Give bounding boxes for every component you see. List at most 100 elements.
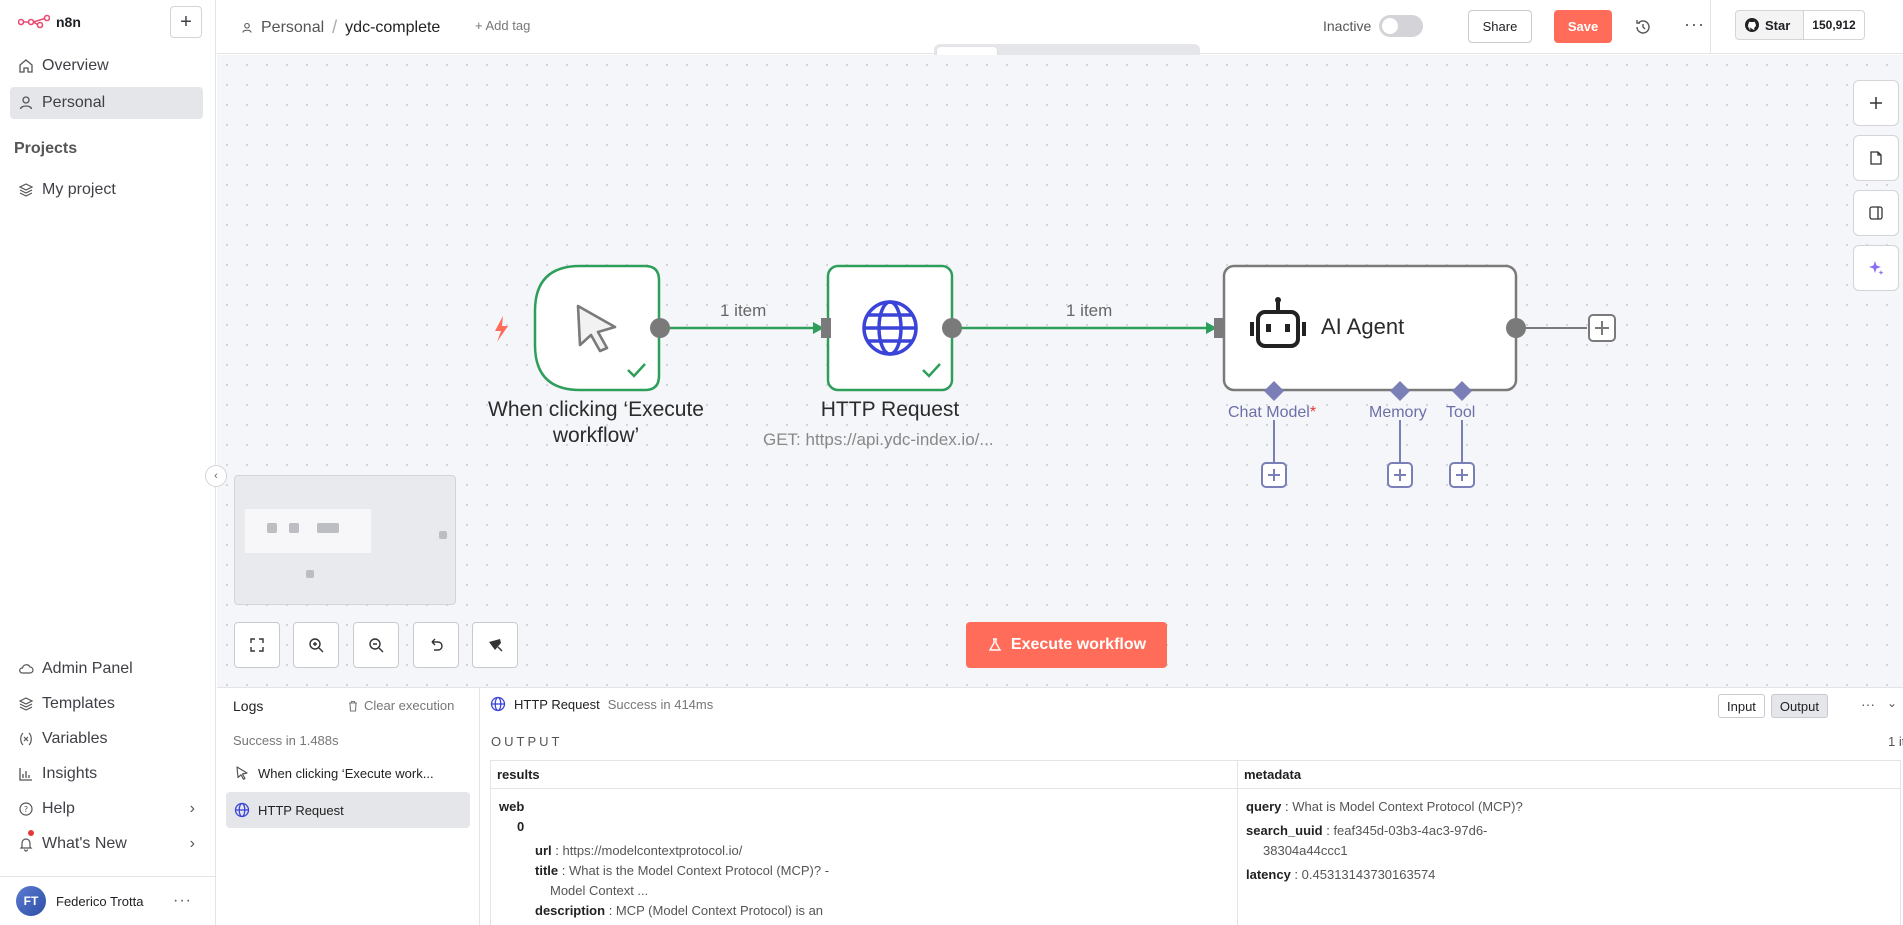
sidebar-item-overview[interactable]: Overview (10, 50, 203, 82)
node-manual-trigger[interactable] (533, 264, 661, 392)
json-value: feaf345d-03b3-4ac3-97d6- (1333, 823, 1488, 838)
results-title-cont: Model Context ... (550, 881, 648, 901)
minimap-node (267, 523, 277, 533)
sidebar-item-my-project[interactable]: My project (10, 174, 203, 206)
help-icon: ? (19, 802, 33, 816)
json-value: https://modelcontextprotocol.io/ (562, 843, 743, 858)
sidebar-item-whats-new[interactable]: What's New › (10, 829, 203, 859)
github-icon (1745, 18, 1759, 32)
add-sticky-button[interactable] (1853, 135, 1899, 181)
execute-workflow-label: Execute workflow (1010, 636, 1147, 653)
user-icon (19, 96, 33, 110)
sidebar-item-label: Overview (42, 57, 109, 74)
sidebar-item-label: Admin Panel (42, 660, 133, 677)
input-port[interactable] (821, 318, 831, 338)
fullscreen-icon (250, 638, 264, 652)
metadata-query: query : What is Model Context Protocol (… (1246, 799, 1523, 814)
templates-icon (18, 697, 34, 711)
node-http-request[interactable] (826, 264, 954, 392)
output-port[interactable] (942, 318, 962, 338)
sparkle-icon (1869, 261, 1884, 275)
sidebar: n8n + Overview Personal Projects My proj… (0, 0, 216, 925)
tidy-up-button[interactable] (472, 622, 518, 668)
sidebar-item-variables[interactable]: Variables (10, 724, 203, 754)
toggle-panel-button[interactable] (1853, 190, 1899, 236)
log-item-label: When clicking ‘Execute work... (258, 765, 434, 781)
sidebar-item-label: Personal (42, 94, 106, 111)
execution-status: Success in 1.488s (233, 733, 339, 748)
collapse-sidebar-button[interactable]: ‹ (205, 465, 227, 487)
chevron-down-icon[interactable]: ⌄ (1887, 696, 1897, 710)
clear-execution-label: Clear execution (364, 698, 455, 713)
globe-icon (490, 696, 506, 712)
active-toggle[interactable] (1379, 15, 1423, 37)
add-tag-button[interactable]: + Add tag (475, 18, 530, 33)
output-pane: HTTP Request Success in 414ms Input Outp… (480, 688, 1903, 925)
sidebar-item-help[interactable]: ? Help › (10, 794, 203, 824)
brand-name: n8n (56, 14, 81, 30)
input-button[interactable]: Input (1718, 694, 1765, 718)
github-stars: Star 150,912 (1710, 0, 1903, 54)
log-item-trigger[interactable]: When clicking ‘Execute work... (226, 755, 470, 791)
github-star-label: Star (1765, 17, 1791, 33)
execute-workflow-button[interactable]: Execute workflow (966, 622, 1167, 668)
json-value: MCP (Model Context Protocol) is an (615, 903, 824, 918)
minimap-node (306, 570, 314, 578)
results-title: title : What is the Model Context Protoc… (535, 863, 830, 878)
sidebar-item-insights[interactable]: Insights (10, 759, 203, 789)
github-star-count[interactable]: 150,912 (1803, 10, 1865, 40)
output-status: Success in 414ms (607, 696, 714, 712)
json-key: url (535, 843, 552, 858)
sidebar-item-personal[interactable]: Personal (10, 87, 203, 119)
workflow-canvas[interactable] (217, 55, 1903, 687)
json-key: latency (1246, 867, 1291, 882)
json-value: What is Model Context Protocol (MCP)? (1292, 799, 1523, 814)
output-port[interactable] (650, 318, 670, 338)
output-button[interactable]: Output (1770, 694, 1828, 718)
user-icon (242, 22, 252, 33)
cloud-icon (19, 664, 34, 674)
ai-assistant-button[interactable] (1853, 245, 1899, 291)
undo-button[interactable] (413, 622, 459, 668)
more-options-icon[interactable]: ··· (1684, 14, 1705, 35)
workflow-name[interactable]: ydc-complete (345, 19, 440, 37)
metadata-search-uuid: search_uuid : feaf345d-03b3-4ac3-97d6- (1246, 823, 1488, 838)
minimap-node (439, 531, 447, 539)
zoom-in-button[interactable] (293, 622, 339, 668)
port-label-text: Chat Model (1228, 404, 1310, 421)
log-item-http[interactable]: HTTP Request (226, 792, 470, 828)
sidebar-item-admin-panel[interactable]: Admin Panel (10, 654, 203, 684)
input-port[interactable] (1214, 318, 1224, 338)
node-label-line: workflow’ (552, 424, 640, 447)
more-options-icon[interactable]: ··· (1861, 696, 1875, 712)
output-port[interactable] (1506, 318, 1526, 338)
minimap[interactable] (234, 475, 456, 605)
node-label-line: When clicking ‘Execute (488, 398, 704, 421)
sidebar-item-label: What's New (42, 835, 127, 852)
fit-view-button[interactable] (234, 622, 280, 668)
add-node-button[interactable] (1853, 80, 1899, 126)
breadcrumb-project[interactable]: Personal (261, 19, 324, 37)
minimap-viewport[interactable] (245, 509, 371, 553)
results-url: url : https://modelcontextprotocol.io/ (535, 843, 743, 858)
input-output-toggle: Input Output (1718, 694, 1828, 718)
user-menu[interactable]: FT Federico Trotta ··· (0, 876, 216, 925)
share-button[interactable]: Share (1468, 10, 1532, 43)
save-button[interactable]: Save (1554, 10, 1612, 43)
more-options-icon[interactable]: ··· (173, 892, 192, 910)
sidebar-item-templates[interactable]: Templates (10, 689, 203, 719)
history-icon[interactable] (1633, 17, 1653, 37)
github-star-button[interactable]: Star (1735, 10, 1804, 40)
results-description: description : MCP (Model Context Protoco… (535, 903, 824, 918)
json-key: description (535, 903, 606, 918)
output-node-name: HTTP Request (514, 696, 600, 712)
avatar: FT (16, 886, 46, 916)
zoom-out-button[interactable] (353, 622, 399, 668)
create-new-button[interactable]: + (170, 6, 202, 38)
n8n-logo[interactable]: n8n (18, 14, 81, 30)
trash-icon (349, 700, 357, 712)
flask-icon (988, 638, 1002, 651)
user-name: Federico Trotta (56, 893, 144, 909)
clear-execution-button[interactable]: Clear execution (347, 698, 454, 713)
port-label-tool: Tool (1446, 404, 1476, 421)
